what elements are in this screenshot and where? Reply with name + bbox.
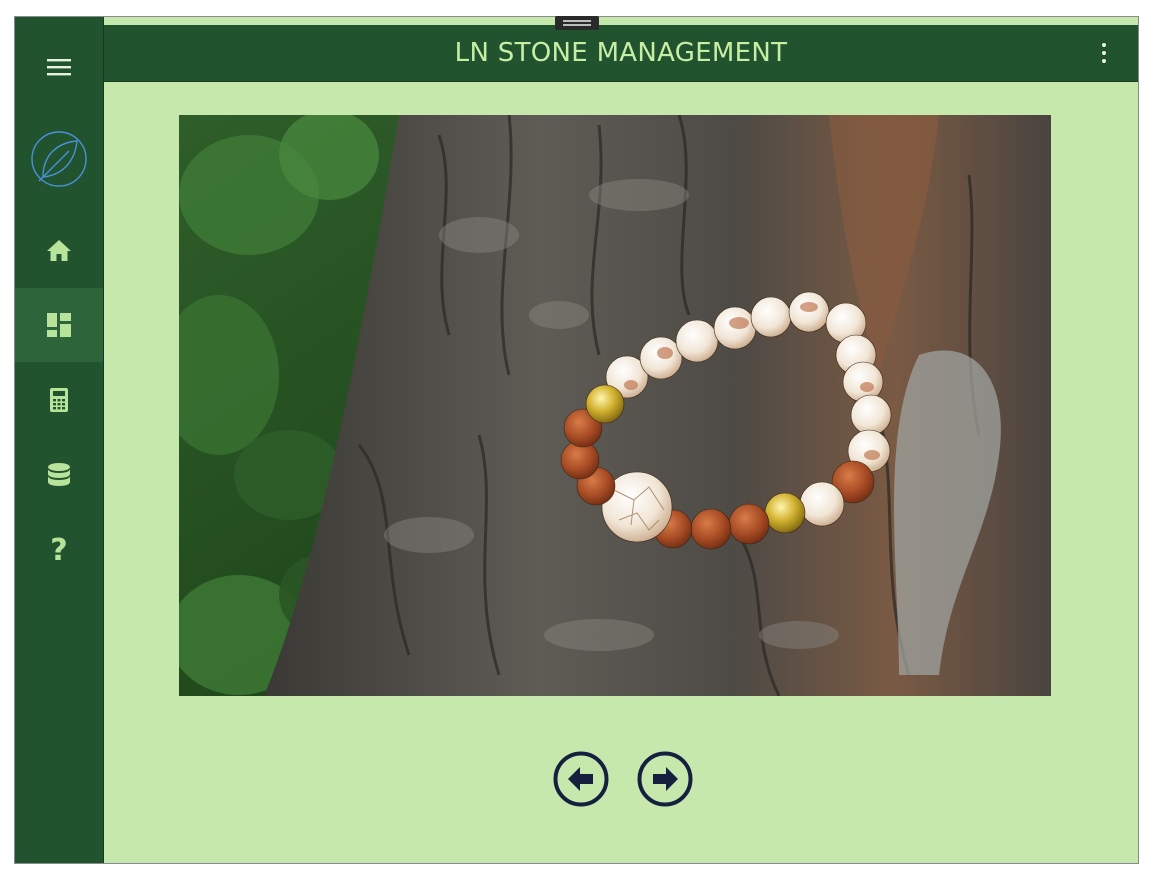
page-title: LN STONE MANAGEMENT <box>454 38 788 68</box>
app-window: ? LN STONE MANAGEMENT <box>14 16 1139 864</box>
home-icon <box>47 240 71 261</box>
leaf-logo-icon <box>31 131 87 187</box>
sidebar-item-home[interactable] <box>15 213 103 287</box>
sidebar-item-database[interactable] <box>15 438 103 512</box>
previous-image-button[interactable] <box>553 751 609 807</box>
bracelet-photo-art <box>179 115 1051 696</box>
more-options-button[interactable] <box>1092 38 1116 68</box>
next-image-button[interactable] <box>637 751 693 807</box>
database-icon <box>48 463 70 486</box>
dashboard-icon <box>47 313 71 337</box>
calculator-icon <box>50 388 68 412</box>
arrow-right-circle-icon <box>637 751 693 807</box>
sidebar-item-dashboard[interactable] <box>15 288 103 362</box>
hamburger-icon <box>47 59 71 76</box>
question-mark-icon: ? <box>50 532 68 568</box>
sidebar-item-help[interactable]: ? <box>15 513 103 587</box>
more-vertical-icon <box>1102 43 1106 47</box>
sidebar: ? <box>15 17 104 863</box>
menu-button[interactable] <box>15 37 103 97</box>
bracelet-photo <box>179 115 1051 696</box>
window-drag-handle[interactable] <box>555 16 599 30</box>
app-header: LN STONE MANAGEMENT <box>104 25 1138 82</box>
arrow-left-circle-icon <box>553 751 609 807</box>
sidebar-item-calculator[interactable] <box>15 363 103 437</box>
